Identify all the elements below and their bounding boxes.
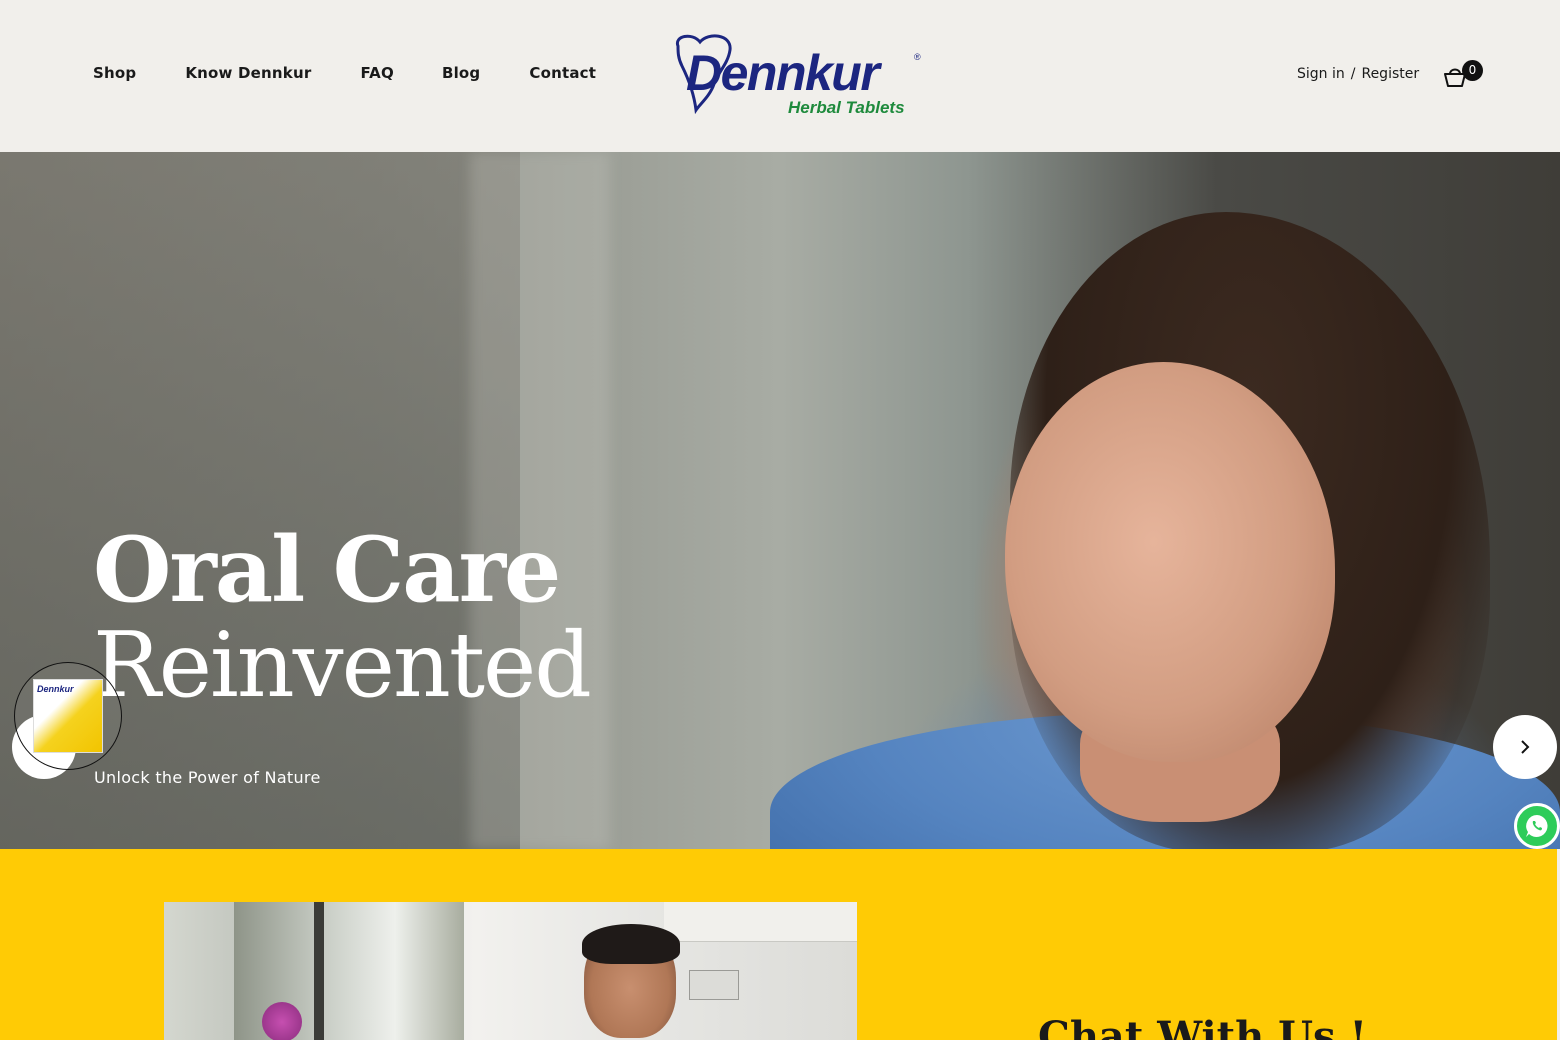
main-nav: Shop Know Dennkur FAQ Blog Contact — [93, 64, 596, 82]
photo-cabinet — [664, 902, 857, 942]
product-thumbnail: Dennkur — [33, 679, 103, 753]
hero-banner: Oral Care Reinvented Unlock the Power of… — [0, 152, 1560, 849]
chat-section: Chat With Us ! — [0, 849, 1557, 1040]
chat-section-photo — [164, 902, 857, 1040]
hero-title-line2: Reinvented — [93, 613, 592, 718]
product-badge[interactable]: Dennkur — [14, 662, 122, 770]
register-link[interactable]: Register — [1361, 66, 1419, 82]
photo-orchid — [262, 1002, 302, 1040]
nav-know-dennkur[interactable]: Know Dennkur — [185, 64, 311, 82]
photo-man-hair — [582, 924, 680, 964]
account-links: Sign in / Register — [1297, 66, 1419, 82]
logo-tagline: Herbal Tablets — [788, 98, 905, 117]
cart-count-badge: 0 — [1462, 60, 1483, 81]
hero-title-line1: Oral Care — [93, 517, 561, 623]
photo-window-frame — [314, 902, 324, 1040]
hero-subtitle: Unlock the Power of Nature — [94, 768, 321, 787]
chevron-right-icon — [1521, 740, 1530, 754]
registered-mark: ® — [914, 52, 921, 62]
nav-contact[interactable]: Contact — [529, 64, 596, 82]
nav-faq[interactable]: FAQ — [360, 64, 394, 82]
chat-section-title: Chat With Us ! — [1038, 1013, 1368, 1040]
brand-logo[interactable]: Dennkur ® Herbal Tablets — [670, 34, 930, 124]
hero-background-column — [470, 152, 610, 849]
site-header: Shop Know Dennkur FAQ Blog Contact Dennk… — [0, 0, 1560, 152]
nav-blog[interactable]: Blog — [442, 64, 480, 82]
slider-next-button[interactable] — [1493, 715, 1557, 779]
hero-title: Oral Care Reinvented — [93, 517, 592, 718]
logo-wordmark: Dennkur — [686, 45, 880, 101]
nav-shop[interactable]: Shop — [93, 64, 136, 82]
cart-button[interactable]: 0 — [1442, 60, 1486, 90]
sign-in-link[interactable]: Sign in — [1297, 66, 1345, 82]
photo-microwave — [689, 970, 739, 1000]
whatsapp-icon — [1526, 815, 1548, 837]
whatsapp-chat-button[interactable] — [1514, 803, 1560, 849]
account-separator: / — [1350, 66, 1356, 82]
product-thumbnail-label: Dennkur — [37, 684, 74, 694]
